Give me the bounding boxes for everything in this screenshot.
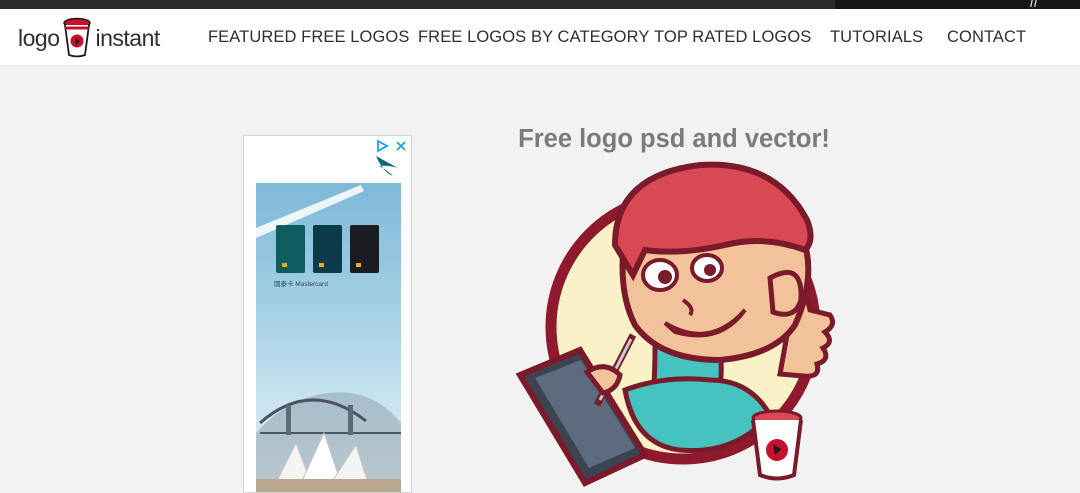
logo-cup-icon — [63, 17, 92, 58]
nav-featured-free-logos[interactable]: FEATURED FREE LOGOS — [208, 28, 409, 47]
site-logo[interactable]: logo instant — [18, 16, 160, 60]
ad-creative-image[interactable]: 國泰卡 Mastercard — [256, 183, 401, 492]
cathay-brand-icon — [376, 156, 398, 176]
ad-close-icon — [396, 141, 406, 151]
ad-choices-icon[interactable] — [375, 139, 409, 153]
top-strip-glyph: // — [1030, 0, 1039, 10]
site-header: logo instant FEATURED FREE LOGOS FREE LO… — [0, 9, 1080, 66]
ad-caption: 國泰卡 Mastercard — [274, 281, 328, 288]
top-strip-dark-area — [835, 0, 1080, 9]
nav-tutorials[interactable]: TUTORIALS — [830, 28, 923, 47]
mascot-cup-icon — [751, 409, 803, 481]
ad-scene — [256, 185, 401, 492]
logo-text-left: logo — [18, 24, 60, 51]
advertisement-panel[interactable]: 國泰卡 Mastercard — [243, 135, 412, 493]
logo-text-right: instant — [95, 24, 160, 51]
nav-free-logos-by-category[interactable]: FREE LOGOS BY CATEGORY — [418, 28, 649, 47]
nav-top-rated-logos[interactable]: TOP RATED LOGOS — [654, 28, 811, 47]
mascot-illustration — [515, 161, 836, 487]
browser-top-strip: // — [0, 0, 1080, 10]
nav-contact[interactable]: CONTACT — [947, 28, 1026, 47]
